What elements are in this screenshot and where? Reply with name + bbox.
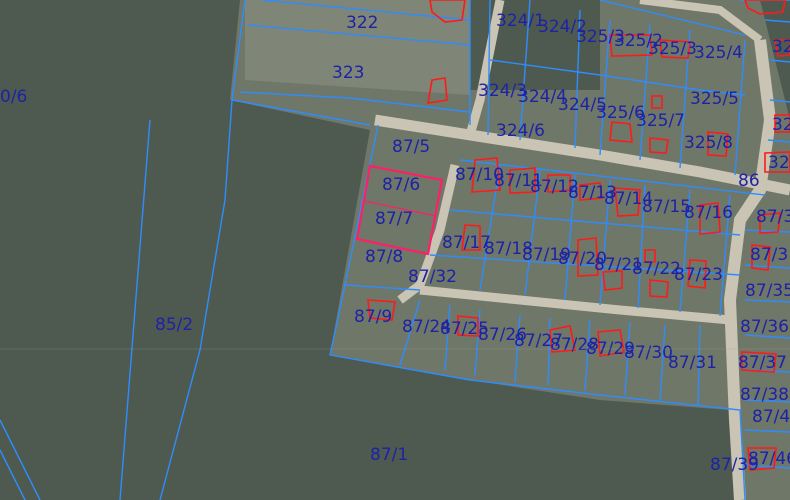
parcel-label[interactable]: 87/1: [370, 445, 408, 465]
parcel-label[interactable]: 323: [332, 63, 364, 83]
parcel-label[interactable]: 87/3: [750, 245, 788, 265]
parcel-label[interactable]: 87/46: [748, 449, 790, 469]
parcel-label[interactable]: 322: [346, 13, 378, 33]
parcel-label[interactable]: 87/6: [382, 175, 420, 195]
parcel-label[interactable]: 324/6: [496, 121, 545, 141]
parcel-label[interactable]: 325/3: [648, 39, 697, 59]
parcel-label[interactable]: 87/4: [752, 407, 790, 427]
parcel-label[interactable]: 32: [772, 115, 790, 135]
parcel-label[interactable]: 87/16: [684, 203, 733, 223]
parcel-label[interactable]: 87/36: [740, 317, 789, 337]
parcel-label[interactable]: 325/4: [694, 43, 743, 63]
parcel-label[interactable]: 325/8: [684, 133, 733, 153]
parcel-label[interactable]: 87/5: [392, 137, 430, 157]
parcel-label[interactable]: 32: [772, 37, 790, 57]
parcel-label[interactable]: 87/23: [674, 265, 723, 285]
map-canvas[interactable]: 322 323 324/1 324/2 325/3 325/2 325/3 32…: [0, 0, 790, 500]
parcel-label[interactable]: 87/35: [745, 281, 790, 301]
parcel-label[interactable]: 87/32: [408, 267, 457, 287]
parcel-label[interactable]: 87/30: [624, 343, 673, 363]
parcel-label[interactable]: 0/6: [0, 87, 27, 107]
parcel-label[interactable]: 87/9: [354, 307, 392, 327]
parcel-label[interactable]: 87/38: [740, 385, 789, 405]
parcel-label[interactable]: 32: [768, 153, 790, 173]
parcel-label[interactable]: 85/2: [155, 315, 193, 335]
parcel-label[interactable]: 87/3: [756, 207, 790, 227]
parcel-label[interactable]: 87/7: [375, 209, 413, 229]
cadastral-map[interactable]: 322 323 324/1 324/2 325/3 325/2 325/3 32…: [0, 0, 790, 500]
parcel-label[interactable]: 87/37: [738, 353, 787, 373]
parcel-label[interactable]: 87/31: [668, 353, 717, 373]
parcel-label[interactable]: 86: [738, 171, 760, 191]
parcel-label[interactable]: 325/7: [636, 111, 685, 131]
parcel-label[interactable]: 325/5: [690, 89, 739, 109]
parcel-label[interactable]: 87/8: [365, 247, 403, 267]
